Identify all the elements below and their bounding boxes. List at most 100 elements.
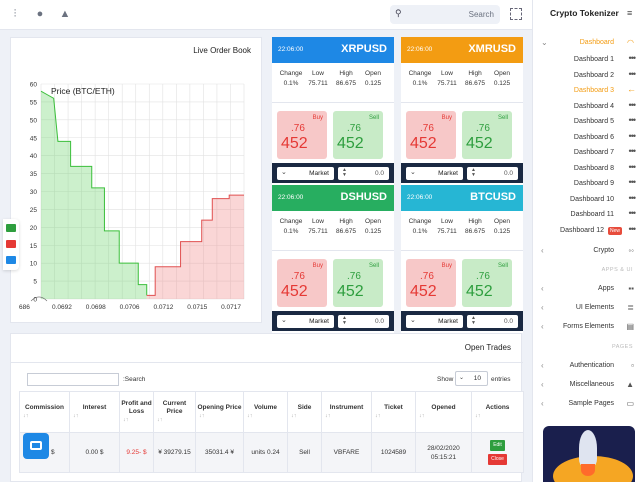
sidebar-item-dashboard-2[interactable]: Dashboard 2 •••	[533, 69, 643, 84]
column-header[interactable]: Volume ↓↑	[243, 391, 288, 433]
quantity-stepper[interactable]: ▲ ▼ 0.0	[338, 315, 389, 328]
sell-button[interactable]: Sell .76 452	[333, 259, 383, 307]
buy-button[interactable]: Buy .76 452	[406, 259, 456, 307]
sidebar-item-dashboard-6[interactable]: Dashboard 6 •••	[533, 131, 643, 146]
column-header[interactable]: Ticket ↓↑	[371, 391, 416, 433]
sell-button[interactable]: Sell .76 452	[462, 111, 512, 159]
column-header[interactable]: Actions ↓↑	[471, 391, 524, 433]
sidebar-item-dashboard-5[interactable]: Dashboard 5 •••	[533, 115, 643, 130]
column-header[interactable]: Profit and Loss ↓↑	[119, 391, 154, 433]
order-type-select[interactable]: ⌄ Market	[406, 315, 463, 328]
sell-button[interactable]: Sell .76 452	[462, 259, 512, 307]
y-tick-label: 5	[33, 279, 37, 286]
sidebar-item-authentication[interactable]: ‹ Authentication ▫	[533, 360, 643, 374]
more-icon[interactable]: •••	[629, 224, 637, 234]
trades-search-input[interactable]	[27, 373, 119, 386]
order-type-select[interactable]: ⌄ Market	[406, 167, 463, 180]
sell-button[interactable]: Sell .76 452	[333, 111, 383, 159]
sort-icon[interactable]: ↓↑	[472, 412, 523, 420]
chevron-left-icon: ‹	[541, 361, 544, 370]
sidebar-item-dashboard-11[interactable]: Dashboard 11 •••	[533, 208, 643, 223]
column-header[interactable]: Commission ↓↑	[19, 391, 70, 433]
sort-icon[interactable]: ↓↑	[154, 416, 195, 424]
sidebar-item-dashboard-1[interactable]: Dashboard 1 •••	[533, 53, 643, 68]
more-icon[interactable]: •••	[629, 193, 637, 203]
sidebar-item-sample-pages[interactable]: ‹ Sample Pages ▭	[533, 398, 643, 412]
close-button[interactable]: Close	[488, 454, 507, 465]
stepper-arrows-icon[interactable]: ▲ ▼	[471, 168, 476, 178]
buy-button[interactable]: Buy .76 452	[277, 259, 327, 307]
sort-icon[interactable]: ↓↑	[70, 412, 119, 420]
cash-icon[interactable]	[6, 224, 16, 232]
stepper-arrows-icon[interactable]: ▲ ▼	[471, 316, 476, 326]
search-bar[interactable]: ⚲ Search	[390, 5, 500, 24]
open-trades-title: Open Trades	[464, 343, 511, 352]
order-type-select[interactable]: ⌄ Market	[277, 167, 334, 180]
sort-icon[interactable]: ↓↑	[120, 416, 153, 424]
chevron-left-icon: ‹	[541, 303, 544, 312]
sort-icon[interactable]: ↓↑	[372, 412, 415, 420]
buy-button[interactable]: Buy .76 452	[406, 111, 456, 159]
column-header[interactable]: Interest ↓↑	[69, 391, 120, 433]
chat-icon[interactable]	[6, 256, 16, 264]
sidebar-item-dashboard-4[interactable]: Dashboard 4 •••	[533, 100, 643, 115]
more-icon[interactable]: •••	[629, 162, 637, 172]
more-icon[interactable]: •••	[629, 69, 637, 79]
sidebar-item-crypto[interactable]: ‹ Crypto ◦◦	[533, 245, 643, 259]
sidebar-item-dashboard-3[interactable]: Dashboard 3 ←	[533, 84, 643, 99]
column-header[interactable]: Instrument ↓↑	[321, 391, 372, 433]
sort-icon[interactable]: ↓↑	[244, 412, 287, 420]
stepper-arrows-icon[interactable]: ▲ ▼	[342, 168, 347, 178]
quantity-stepper[interactable]: ▲ ▼ 0.0	[467, 315, 518, 328]
sliders-icon[interactable]: ⫶	[8, 7, 22, 21]
column-header[interactable]: Opened ↓↑	[415, 391, 472, 433]
column-header[interactable]: Side ↓↑	[287, 391, 322, 433]
search-input[interactable]: Search	[469, 10, 494, 19]
sidebar-item-miscellaneous[interactable]: ‹ Miscellaneous ▲	[533, 379, 643, 393]
column-header[interactable]: Opening Price ↓↑	[195, 391, 244, 433]
sell-decimal: .76	[476, 123, 490, 134]
buy-button[interactable]: Buy .76 452	[277, 111, 327, 159]
more-icon[interactable]: •••	[629, 53, 637, 63]
rocket-icon	[579, 430, 597, 466]
sell-label: Sell	[368, 115, 379, 121]
card-icon[interactable]	[6, 240, 16, 248]
chat-button[interactable]	[23, 433, 49, 459]
sidebar-item-label: Dashboard 4	[573, 102, 614, 110]
menu-toggle-icon[interactable]: ≡	[627, 8, 632, 18]
more-icon[interactable]: •••	[629, 100, 637, 110]
open-trades-panel: Open Trades :Search Show ⌄ 10 entries Co…	[10, 333, 524, 482]
sidebar-item-label: Dashboard 12	[560, 226, 604, 234]
sidebar-item-apps[interactable]: ‹ Apps ▪▪	[533, 283, 643, 297]
sidebar-item-dashboard-12[interactable]: Dashboard 12 New •••	[533, 224, 643, 239]
edit-button[interactable]: Edit	[490, 440, 505, 451]
sort-icon[interactable]: ↓↑	[322, 412, 371, 420]
quantity-stepper[interactable]: ▲ ▼ 0.0	[338, 167, 389, 180]
entries-select[interactable]: ⌄ 10	[455, 371, 488, 386]
more-icon[interactable]: •••	[629, 177, 637, 187]
more-icon[interactable]: •••	[629, 131, 637, 141]
sidebar-item-dashboard-9[interactable]: Dashboard 9 •••	[533, 177, 643, 192]
order-type-select[interactable]: ⌄ Market	[277, 315, 334, 328]
user-icon[interactable]: ●	[33, 7, 47, 21]
sidebar-item-dashboard[interactable]: ⌄ Dashboard ◠	[533, 37, 643, 51]
bell-icon[interactable]: ▲	[58, 7, 72, 21]
sidebar-item-dashboard-7[interactable]: Dashboard 7 •••	[533, 146, 643, 161]
sort-icon[interactable]: ↓↑	[416, 412, 471, 420]
column-header[interactable]: Current Price ↓↑	[153, 391, 196, 433]
sidebar-item-dashboard-8[interactable]: Dashboard 8 •••	[533, 162, 643, 177]
sidebar-item-forms-elements[interactable]: ‹ Forms Elements ▤	[533, 321, 643, 335]
scan-icon[interactable]	[510, 8, 522, 20]
sort-icon[interactable]: ↓↑	[20, 412, 69, 420]
sort-icon[interactable]: ↓↑	[196, 412, 243, 420]
sidebar-item-dashboard-10[interactable]: Dashboard 10 •••	[533, 193, 643, 208]
quantity-stepper[interactable]: ▲ ▼ 0.0	[467, 167, 518, 180]
sort-icon[interactable]: ↓↑	[288, 412, 321, 420]
sidebar-item-ui-elements[interactable]: ‹ UI Elements ≣	[533, 302, 643, 316]
arrow-left-icon[interactable]: ←	[627, 84, 636, 94]
more-icon[interactable]: •••	[629, 146, 637, 156]
more-icon[interactable]: •••	[629, 115, 637, 125]
more-icon[interactable]: •••	[629, 208, 637, 218]
stepper-arrows-icon[interactable]: ▲ ▼	[342, 316, 347, 326]
chevron-down-icon: ⌄	[281, 317, 287, 324]
